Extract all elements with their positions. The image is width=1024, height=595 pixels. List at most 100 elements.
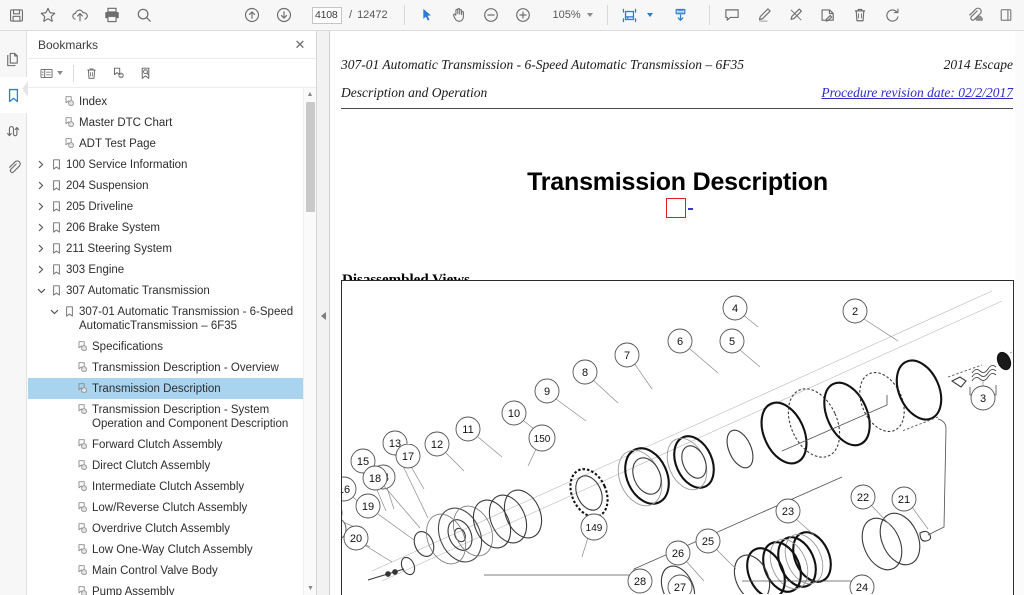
zoom-out-icon[interactable] xyxy=(475,0,507,31)
bookmark-item[interactable]: Low One-Way Clutch Assembly xyxy=(28,539,316,560)
rail-item-organize-pages[interactable] xyxy=(0,113,27,149)
pencil-draw-icon[interactable] xyxy=(780,0,812,31)
hand-pan-icon[interactable] xyxy=(443,0,475,31)
page-number-input[interactable]: 4108 xyxy=(312,6,342,24)
bookmark-item[interactable]: Intermediate Clutch Assembly xyxy=(28,476,316,497)
page-navigation: 4108 / 12472 xyxy=(312,6,388,24)
bookmark-item[interactable]: 307-01 Automatic Transmission - 6-Speed … xyxy=(28,301,316,336)
bookmark-item[interactable]: 307 Automatic Transmission xyxy=(28,280,316,301)
svg-text:5: 5 xyxy=(729,336,735,348)
bookmark-label: Direct Clutch Assembly xyxy=(92,459,211,472)
svg-text:20: 20 xyxy=(350,533,362,545)
next-page-icon[interactable] xyxy=(268,0,300,31)
bookmark-item[interactable]: Forward Clutch Assembly xyxy=(28,434,316,455)
more-panel-icon[interactable] xyxy=(990,0,1022,31)
collapse-left-arrow-icon[interactable] xyxy=(321,312,326,320)
bookmarks-scrollbar[interactable]: ▲ ▼ xyxy=(303,88,316,595)
bookmark-item[interactable]: Transmission Description xyxy=(28,378,316,399)
save-icon[interactable] xyxy=(0,0,32,31)
scroll-up-arrow-icon[interactable]: ▲ xyxy=(304,88,316,101)
chevron-right-icon[interactable] xyxy=(34,158,48,172)
page-title: Transmission Description xyxy=(527,168,828,196)
bookmark-item[interactable]: 100 Service Information xyxy=(28,154,316,175)
bookmark-item[interactable]: 206 Brake System xyxy=(28,217,316,238)
bookmarks-tree[interactable]: Index Master DTC Chart ADT Test Page 100 Se… xyxy=(28,88,316,595)
svg-text:4: 4 xyxy=(732,303,738,315)
page-header: 307-01 Automatic Transmission - 6-Speed … xyxy=(341,57,1013,101)
bookmark-item[interactable]: ADT Test Page xyxy=(28,133,316,154)
zoom-in-icon[interactable] xyxy=(507,0,539,31)
chevron-down-icon[interactable] xyxy=(34,284,48,298)
bookmark-label: Transmission Description xyxy=(92,382,221,395)
trash-icon[interactable] xyxy=(844,0,876,31)
page-bookmark-icon xyxy=(74,403,91,417)
cursor-select-icon[interactable] xyxy=(411,0,443,31)
bookmark-item[interactable]: Transmission Description - Overview xyxy=(28,357,316,378)
chevron-right-icon[interactable] xyxy=(34,179,48,193)
chevron-down-icon[interactable] xyxy=(47,305,61,319)
bookmark-item[interactable]: Direct Clutch Assembly xyxy=(28,455,316,476)
document-viewer[interactable]: 307-01 Automatic Transmission - 6-Speed … xyxy=(331,31,1024,595)
search-icon[interactable] xyxy=(128,0,160,31)
goto-bookmark-icon[interactable] xyxy=(134,61,157,85)
pen-highlight-icon[interactable] xyxy=(748,0,780,31)
bookmark-item[interactable]: Transmission Description - System Operat… xyxy=(28,399,316,434)
scroll-down-arrow-icon[interactable]: ▼ xyxy=(304,582,316,595)
fit-page-control[interactable] xyxy=(614,0,653,31)
chevron-right-icon[interactable] xyxy=(34,200,48,214)
svg-text:25: 25 xyxy=(702,536,714,548)
bookmark-label: 307 Automatic Transmission xyxy=(66,284,210,297)
svg-text:9: 9 xyxy=(544,386,550,398)
bookmark-item[interactable]: 205 Driveline xyxy=(28,196,316,217)
procedure-revision-link[interactable]: Procedure revision date: 02/2/2017 xyxy=(821,85,1013,101)
rail-item-attachments[interactable] xyxy=(0,149,27,185)
bookmark-item[interactable]: Main Control Valve Body xyxy=(28,560,316,581)
upload-cloud-icon[interactable] xyxy=(64,0,96,31)
bookmark-item[interactable]: 204 Suspension xyxy=(28,175,316,196)
new-bookmark-icon[interactable] xyxy=(107,61,130,85)
transmission-disassembled-view[interactable]: .ln { stroke:#8a8a8a; stroke-width:0.7; … xyxy=(341,280,1014,595)
chevron-down-icon[interactable] xyxy=(586,13,593,17)
panel-collapse-handle[interactable] xyxy=(317,31,330,595)
bookmark-item[interactable]: Overdrive Clutch Assembly xyxy=(28,518,316,539)
bookmark-item[interactable]: 211 Steering System xyxy=(28,238,316,259)
page-bookmark-icon xyxy=(74,438,91,452)
zoom-level-control[interactable]: 105% xyxy=(547,9,593,21)
page-separator: / xyxy=(349,9,353,21)
bookmark-item[interactable]: Low/Reverse Clutch Assembly xyxy=(28,497,316,518)
scrollbar-thumb[interactable] xyxy=(306,102,315,212)
bookmark-item[interactable]: 303 Engine xyxy=(28,259,316,280)
fit-page-icon[interactable] xyxy=(614,0,646,31)
fit-options-chevron-icon[interactable] xyxy=(646,13,653,17)
previous-page-icon[interactable] xyxy=(236,0,268,31)
blue-tick-mark-icon xyxy=(688,208,693,210)
document-scrollbar[interactable] xyxy=(1015,31,1024,595)
figure-left-callouts: .bub2 { fill:#fff; stroke:#555; stroke-w… xyxy=(343,444,429,563)
stamp-icon[interactable] xyxy=(812,0,844,31)
page-bookmark-icon xyxy=(74,361,91,375)
print-icon[interactable] xyxy=(96,0,128,31)
list-options-icon[interactable] xyxy=(35,61,67,85)
undo-icon[interactable] xyxy=(876,0,908,31)
rail-item-page-thumbnails[interactable] xyxy=(0,41,27,77)
red-square-annotation[interactable] xyxy=(666,198,686,218)
chevron-right-icon[interactable] xyxy=(34,263,48,277)
close-icon[interactable]: ✕ xyxy=(290,35,310,55)
bookmark-item[interactable]: Specifications xyxy=(28,336,316,357)
star-icon[interactable] xyxy=(32,0,64,31)
chevron-right-icon[interactable] xyxy=(34,242,48,256)
rail-item-bookmarks[interactable] xyxy=(0,77,28,113)
options-chevron-icon[interactable] xyxy=(57,71,63,75)
comment-icon[interactable] xyxy=(716,0,748,31)
bookmark-item[interactable]: Master DTC Chart xyxy=(28,112,316,133)
attach-cloud-icon[interactable] xyxy=(958,0,990,31)
page-bookmark-icon xyxy=(74,340,91,354)
bookmark-item[interactable]: Pump Assembly xyxy=(28,581,316,595)
page-scroll-icon[interactable] xyxy=(665,0,697,31)
chevron-right-icon[interactable] xyxy=(34,221,48,235)
bookmark-label: 206 Brake System xyxy=(66,221,160,234)
bookmark-item[interactable]: Index xyxy=(28,91,316,112)
delete-bookmark-icon[interactable] xyxy=(80,61,103,85)
